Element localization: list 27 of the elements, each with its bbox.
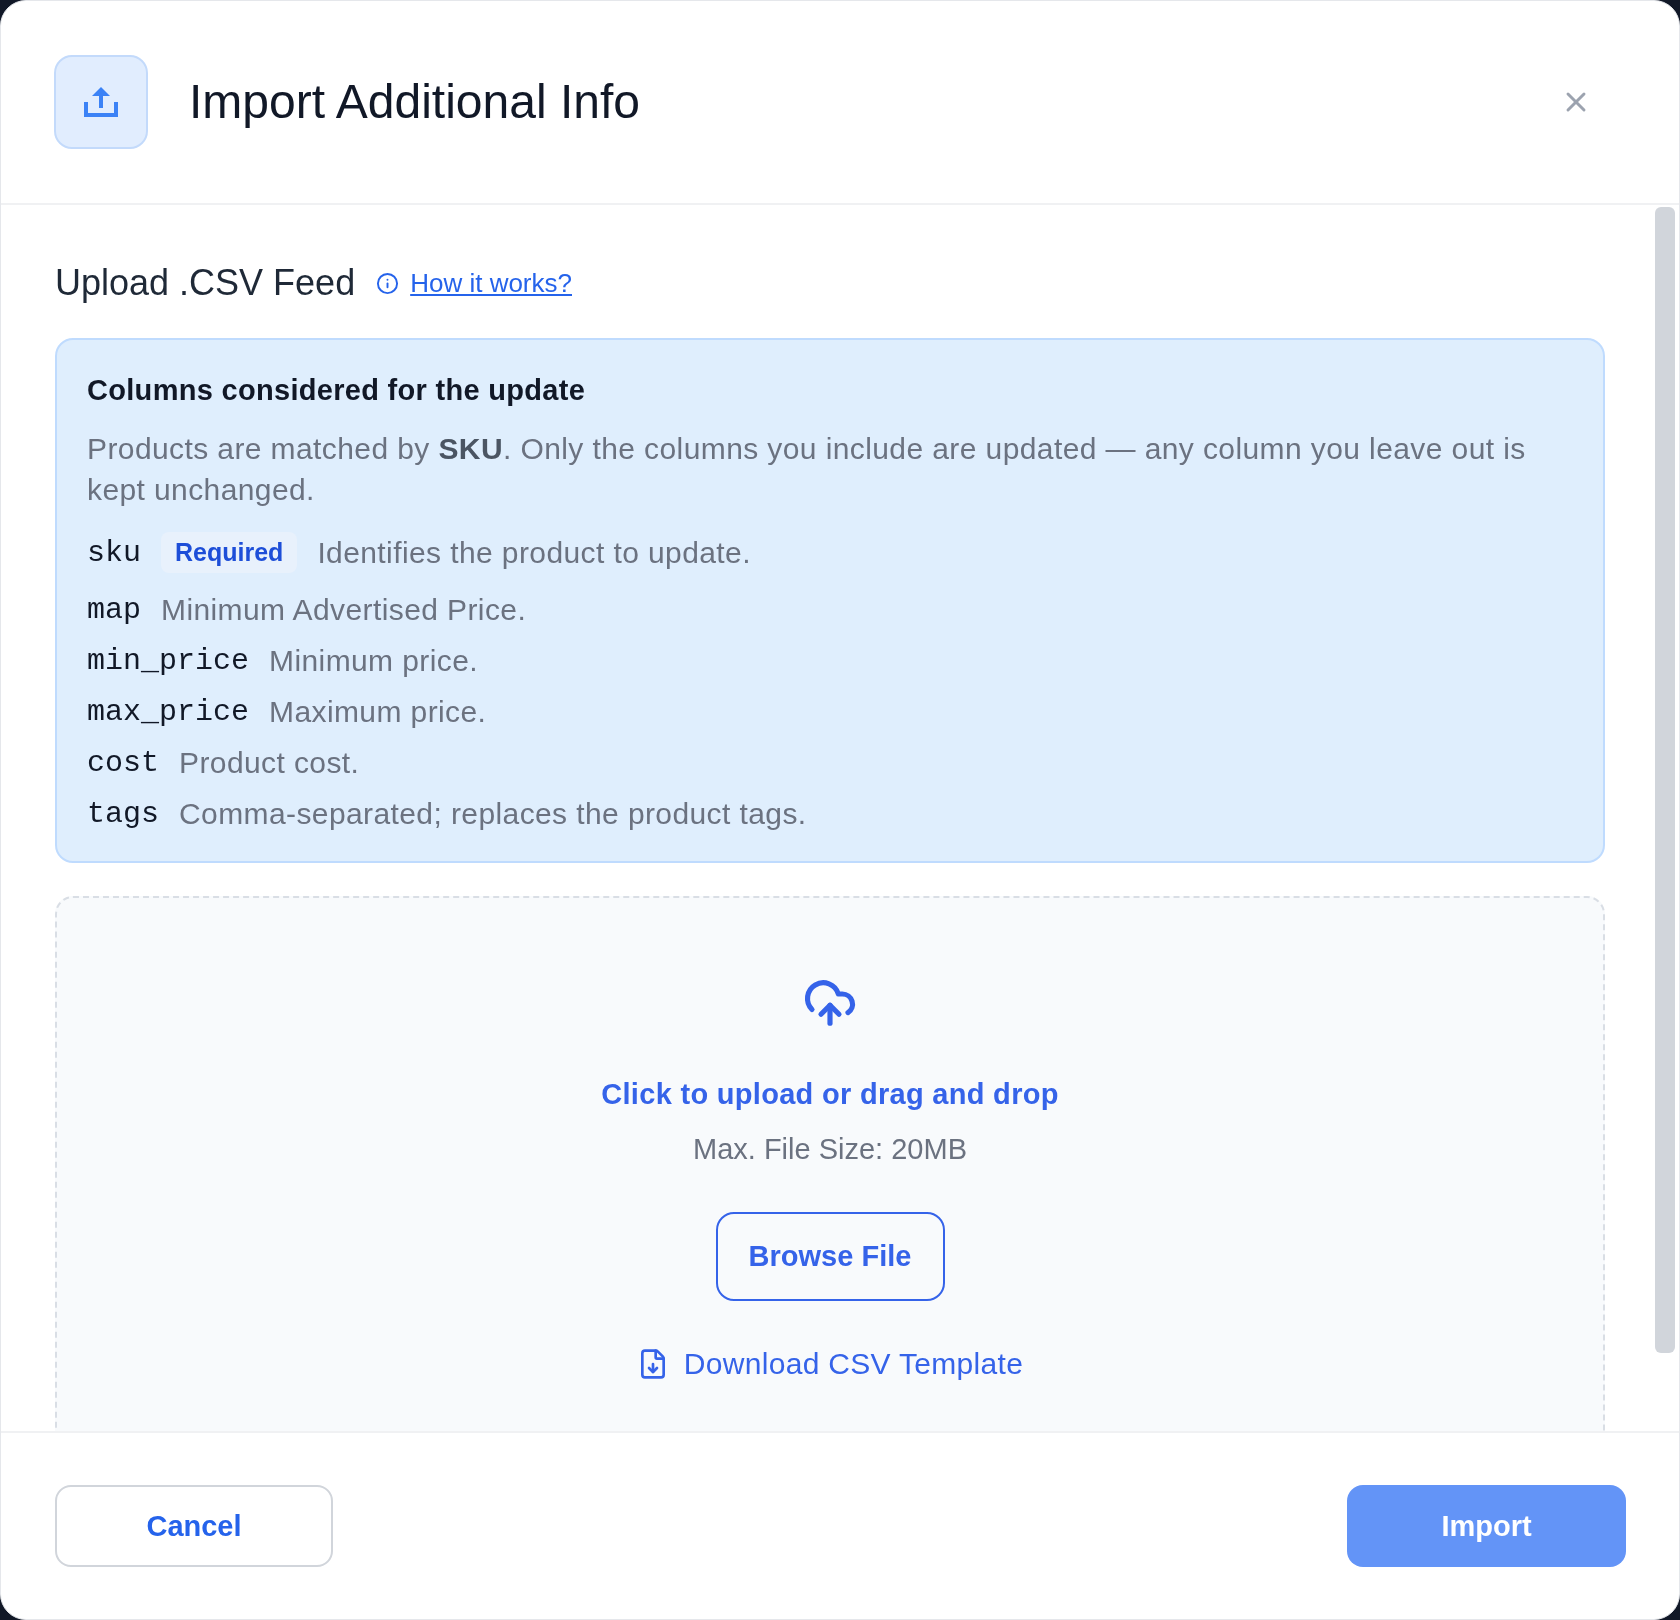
section-title: Upload .CSV Feed <box>55 261 356 305</box>
column-name: sku <box>87 534 141 572</box>
column-description: Minimum Advertised Price. <box>161 592 527 628</box>
column-description: Product cost. <box>179 745 360 781</box>
cancel-button[interactable]: Cancel <box>55 1485 333 1567</box>
info-description: Products are matched by SKU. Only the columns you include are updated — any column you leave out is kept unchanged. <box>87 431 1527 508</box>
column-name: cost <box>87 745 159 782</box>
upload-prompt: Click to upload or drag and drop <box>601 1077 1059 1112</box>
column-description: Identifies the product to update. <box>317 534 751 571</box>
column-description: Maximum price. <box>269 694 487 730</box>
required-badge: Required <box>161 532 298 573</box>
dialog-title: Import Additional Info <box>189 74 640 130</box>
column-name: min_price <box>87 643 250 680</box>
info-title: Columns considered for the update <box>87 373 587 408</box>
column-description: Minimum price. <box>269 643 478 679</box>
browse-file-button[interactable]: Browse File <box>715 1212 945 1301</box>
info-icon <box>376 271 400 295</box>
scrollbar-thumb[interactable] <box>1655 207 1675 1353</box>
help-link[interactable]: How it works? <box>410 267 572 299</box>
download-template-link[interactable]: Download CSV Template <box>636 1344 1024 1384</box>
file-size-limit: Max. File Size: 20MB <box>693 1132 967 1167</box>
column-name: tags <box>87 796 159 833</box>
column-name: max_price <box>87 694 250 731</box>
upload-icon <box>54 55 148 149</box>
column-description: Comma-separated; replaces the product tags. <box>179 796 807 832</box>
drop-zone[interactable]: Click to upload or drag and drop Max. File Size: 20MB Browse File Download CSV Template <box>55 896 1605 1431</box>
column-name: map <box>87 592 141 629</box>
